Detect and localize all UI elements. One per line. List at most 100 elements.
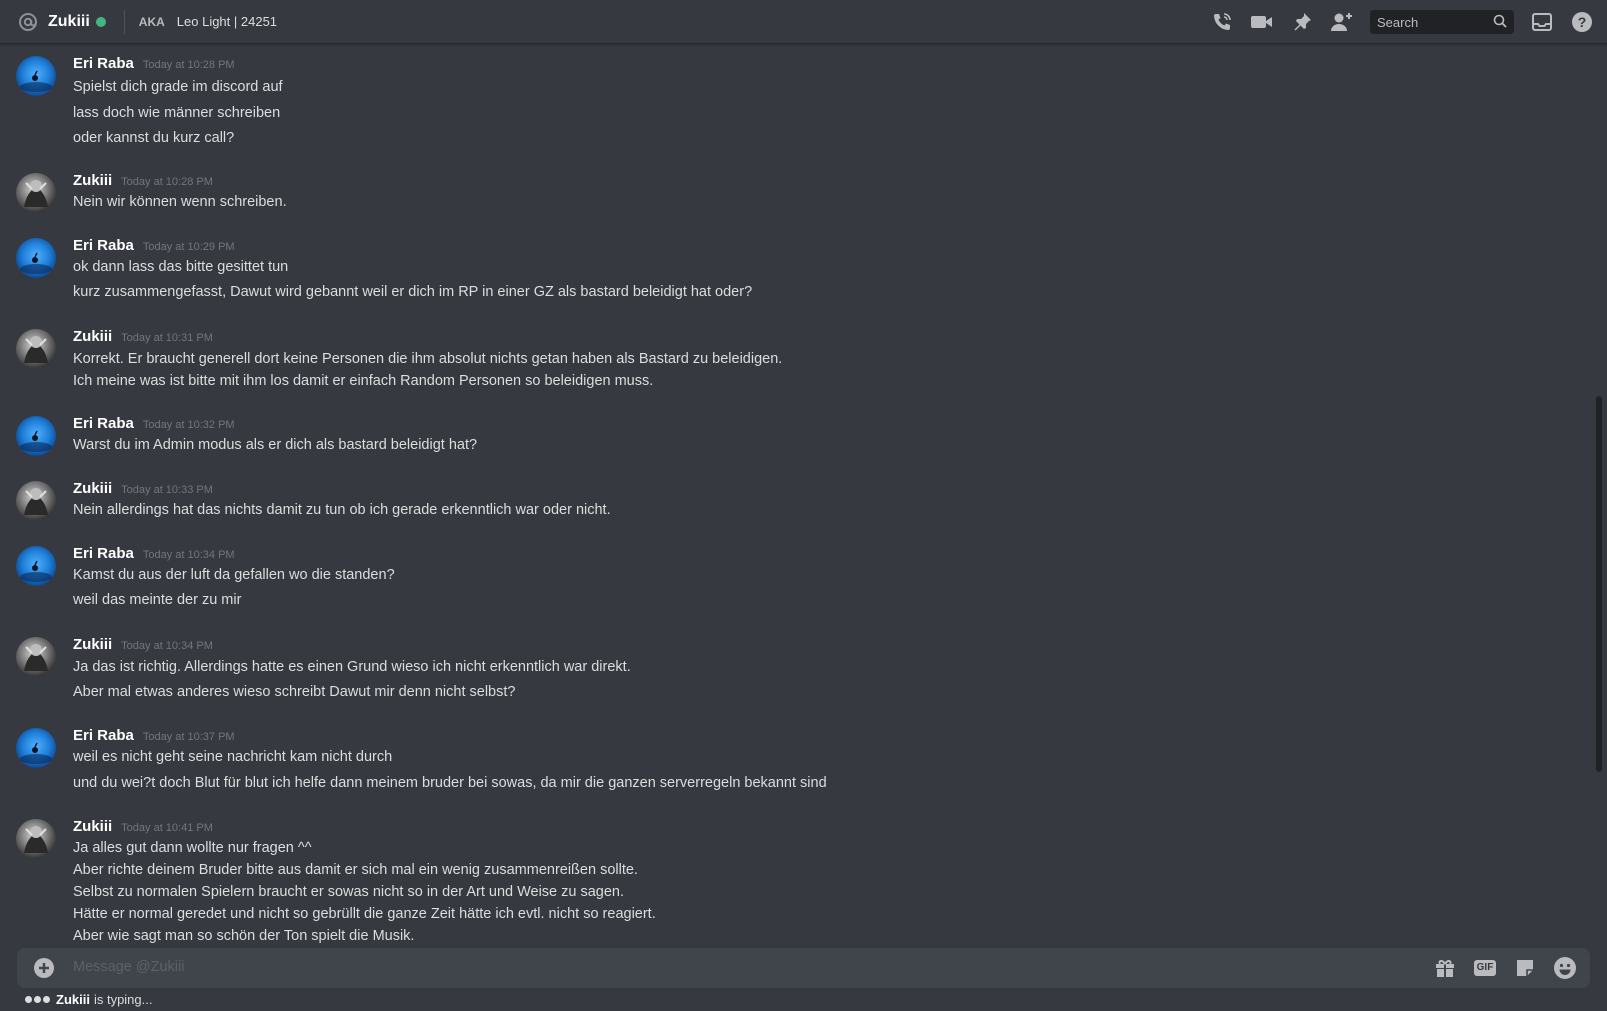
typing-text: is typing... bbox=[93, 992, 153, 1007]
video-icon[interactable] bbox=[1250, 10, 1274, 34]
composer-actions: GIF bbox=[1418, 955, 1578, 981]
message-text: weil es nicht geht seine nachricht kam n… bbox=[73, 749, 393, 765]
message-text: Ich meine was ist bitte mit ihm los dami… bbox=[73, 373, 654, 389]
message-group: Eri Raba Today at 10:28 PM Spielst dich gr… bbox=[0, 45, 1590, 154]
message-text: Selbst zu normalen Spielern braucht er s… bbox=[73, 884, 625, 900]
message-group: Zukiii Today at 10:28 PM Nein wir können w… bbox=[0, 162, 1590, 218]
channel-name: Zukiii bbox=[48, 12, 90, 30]
avatar[interactable] bbox=[16, 329, 56, 369]
message-group: Zukiii Today at 10:34 PM Ja das ist richti… bbox=[0, 626, 1590, 708]
gif-icon[interactable]: GIF bbox=[1472, 955, 1498, 981]
message-header: Eri Raba Today at 10:34 PM bbox=[73, 545, 235, 562]
phone-icon[interactable] bbox=[1210, 10, 1234, 34]
username[interactable]: Zukiii bbox=[73, 636, 112, 653]
timestamp: Today at 10:28 PM bbox=[142, 59, 235, 71]
avatar[interactable] bbox=[16, 56, 56, 96]
avatar[interactable] bbox=[16, 238, 56, 278]
timestamp: Today at 10:41 PM bbox=[121, 822, 213, 834]
sticker-icon[interactable] bbox=[1512, 955, 1538, 981]
message-group: Eri Raba Today at 10:37 PM weil es nicht g… bbox=[0, 717, 1590, 799]
help-icon[interactable]: ? bbox=[1570, 10, 1594, 34]
gift-icon[interactable] bbox=[1432, 955, 1458, 981]
message-text: ok dann lass das bitte gesittet tun bbox=[73, 259, 289, 275]
plus-icon[interactable] bbox=[33, 957, 55, 979]
username[interactable]: Eri Raba bbox=[73, 415, 134, 432]
timestamp: Today at 10:32 PM bbox=[142, 419, 235, 431]
username[interactable]: Zukiii bbox=[73, 480, 112, 497]
message-text: Aber richte deinem Bruder bitte aus dami… bbox=[73, 862, 638, 878]
scrollbar[interactable] bbox=[1596, 396, 1602, 772]
timestamp: Today at 10:33 PM bbox=[121, 484, 213, 496]
avatar[interactable] bbox=[16, 173, 56, 213]
message-header: Eri Raba Today at 10:32 PM bbox=[73, 415, 235, 432]
at-icon bbox=[17, 11, 39, 33]
message-text: Nein wir können wenn schreiben. bbox=[73, 194, 287, 210]
avatar[interactable] bbox=[16, 546, 56, 586]
message-text: Aber wie sagt man so schön der Ton spiel… bbox=[73, 928, 415, 944]
message-text: und du wei?t doch Blut für blut ich helf… bbox=[73, 775, 827, 791]
message-group: Zukiii Today at 10:41 PM Ja alles gut dann… bbox=[0, 808, 1590, 948]
avatar[interactable] bbox=[16, 819, 56, 859]
message-group: Eri Raba Today at 10:29 PM ok dann lass da… bbox=[0, 227, 1590, 308]
message-text: lass doch wie männer schreiben bbox=[73, 105, 281, 121]
header-divider bbox=[123, 9, 125, 34]
message-text: weil das meinte der zu mir bbox=[73, 592, 242, 608]
avatar[interactable] bbox=[16, 728, 56, 768]
avatar[interactable] bbox=[16, 637, 56, 677]
header-toolbar: Search ? bbox=[1194, 0, 1607, 44]
search-input[interactable]: Search bbox=[1370, 10, 1514, 34]
message-group: Zukiii Today at 10:33 PM Nein allerdings h… bbox=[0, 470, 1590, 526]
message-header: Eri Raba Today at 10:28 PM bbox=[73, 55, 235, 72]
message-text: Hätte er normal geredet und nicht so geb… bbox=[73, 906, 656, 922]
channel-header: Zukiii AKA Leo Light | 24251 Search ? bbox=[0, 0, 1607, 44]
username[interactable]: Zukiii bbox=[73, 172, 112, 189]
message-header: Zukiii Today at 10:41 PM bbox=[73, 818, 213, 835]
message-text: oder kannst du kurz call? bbox=[73, 130, 235, 146]
message-composer[interactable]: Message @Zukiii GIF bbox=[17, 948, 1590, 988]
message-input[interactable]: Message @Zukiii bbox=[73, 959, 184, 975]
online-status-icon bbox=[95, 16, 106, 27]
message-text: Spielst dich grade im discord auf bbox=[73, 79, 283, 95]
aka-names: Leo Light | 24251 bbox=[176, 14, 278, 29]
message-header: Eri Raba Today at 10:29 PM bbox=[73, 237, 235, 254]
typing-user: Zukiii bbox=[56, 992, 90, 1007]
gif-label: GIF bbox=[1473, 960, 1497, 976]
username[interactable]: Eri Raba bbox=[73, 237, 134, 254]
timestamp: Today at 10:28 PM bbox=[121, 176, 213, 188]
message-text: Ja alles gut dann wollte nur fragen ^^ bbox=[73, 840, 312, 856]
avatar[interactable] bbox=[16, 481, 56, 521]
message-text: Kamst du aus der luft da gefallen wo die… bbox=[73, 567, 395, 583]
message-header: Zukiii Today at 10:34 PM bbox=[73, 636, 213, 653]
message-text: Aber mal etwas anderes wieso schreibt Da… bbox=[73, 684, 516, 700]
message-header: Zukiii Today at 10:31 PM bbox=[73, 328, 213, 345]
emoji-icon[interactable] bbox=[1552, 955, 1578, 981]
timestamp: Today at 10:37 PM bbox=[142, 731, 235, 743]
message-text: Nein allerdings hat das nichts damit zu … bbox=[73, 502, 611, 518]
username[interactable]: Zukiii bbox=[73, 328, 112, 345]
search-placeholder: Search bbox=[1377, 14, 1419, 30]
timestamp: Today at 10:34 PM bbox=[121, 640, 213, 652]
add-friend-icon[interactable] bbox=[1330, 10, 1354, 34]
message-text: Ja das ist richtig. Allerdings hatte es … bbox=[73, 659, 631, 675]
message-text: Warst du im Admin modus als er dich als … bbox=[73, 437, 478, 453]
pin-icon[interactable] bbox=[1290, 10, 1314, 34]
message-header: Eri Raba Today at 10:37 PM bbox=[73, 727, 235, 744]
message-group: Zukiii Today at 10:31 PM Korrekt. Er brauc… bbox=[0, 318, 1590, 397]
typing-dots-icon bbox=[25, 996, 52, 1003]
username[interactable]: Eri Raba bbox=[73, 727, 134, 744]
message-header: Zukiii Today at 10:33 PM bbox=[73, 480, 213, 497]
avatar[interactable] bbox=[16, 416, 56, 456]
aka-badge: AKA bbox=[138, 14, 165, 29]
message-text: Korrekt. Er braucht generell dort keine … bbox=[73, 351, 783, 367]
inbox-icon[interactable] bbox=[1530, 10, 1554, 34]
timestamp: Today at 10:31 PM bbox=[121, 332, 213, 344]
svg-text:?: ? bbox=[1578, 14, 1587, 30]
timestamp: Today at 10:29 PM bbox=[142, 241, 235, 253]
message-list: Eri Raba Today at 10:28 PM Spielst dich gr… bbox=[0, 45, 1590, 948]
message-header: Zukiii Today at 10:28 PM bbox=[73, 172, 213, 189]
username[interactable]: Eri Raba bbox=[73, 55, 134, 72]
message-group: Eri Raba Today at 10:34 PM Kamst du aus de… bbox=[0, 535, 1590, 616]
message-text: kurz zusammengefasst, Dawut wird gebannt… bbox=[73, 284, 753, 300]
username[interactable]: Zukiii bbox=[73, 818, 112, 835]
username[interactable]: Eri Raba bbox=[73, 545, 134, 562]
